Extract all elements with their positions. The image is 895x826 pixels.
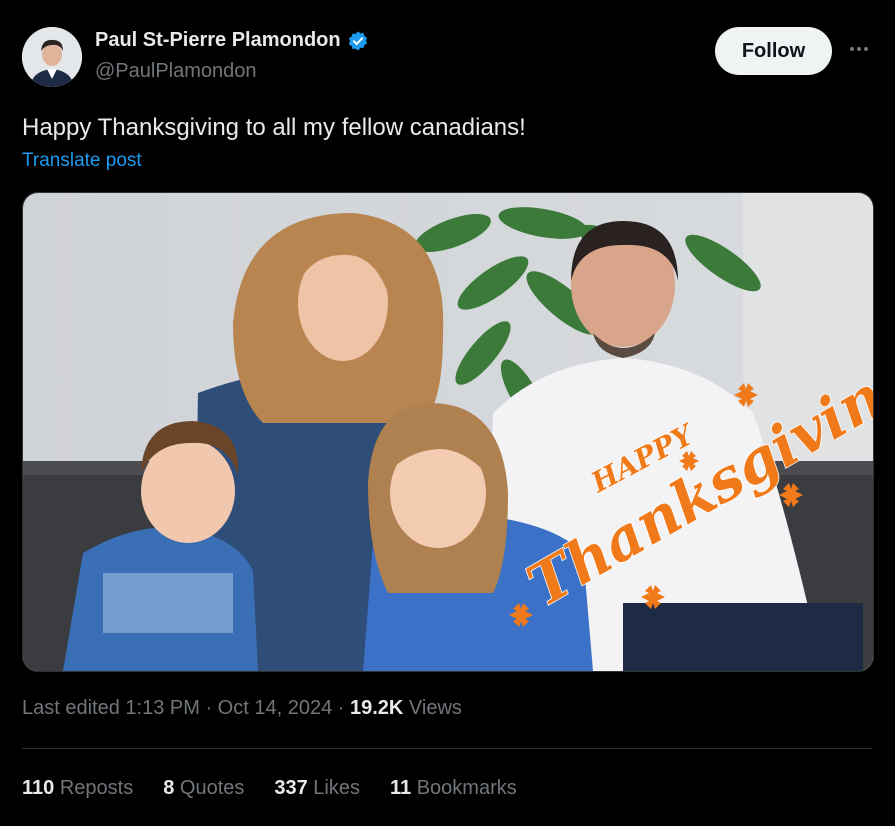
reposts-stat[interactable]: 110 Reposts bbox=[22, 777, 133, 800]
post-meta: Last edited 1:13 PM · Oct 14, 2024 · 19.… bbox=[22, 697, 462, 720]
edited-timestamp[interactable]: Last edited 1:13 PM · Oct 14, 2024 · bbox=[22, 697, 350, 719]
views-count: 19.2K bbox=[349, 697, 404, 719]
divider bbox=[22, 748, 872, 749]
author-handle[interactable]: @PaulPlamondon bbox=[95, 60, 257, 83]
quotes-stat[interactable]: 8 Quotes bbox=[163, 777, 244, 800]
post-image[interactable]: HAPPY Thanksgiving bbox=[22, 192, 874, 672]
more-options-icon[interactable] bbox=[846, 38, 872, 60]
avatar-image bbox=[22, 27, 82, 87]
likes-stat[interactable]: 337 Likes bbox=[274, 777, 360, 800]
views-label: Views bbox=[403, 697, 462, 719]
engagement-stats: 110 Reposts 8 Quotes 337 Likes 11 Bookma… bbox=[22, 777, 517, 800]
author-name[interactable]: Paul St-Pierre Plamondon bbox=[95, 29, 341, 52]
post-text: Happy Thanksgiving to all my fellow cana… bbox=[22, 114, 526, 141]
follow-button[interactable]: Follow bbox=[715, 27, 832, 75]
avatar[interactable] bbox=[22, 27, 82, 87]
author-row: Paul St-Pierre Plamondon bbox=[95, 29, 369, 52]
family-photo: HAPPY Thanksgiving bbox=[23, 193, 873, 671]
verified-badge-icon bbox=[348, 30, 367, 51]
translate-post-link[interactable]: Translate post bbox=[22, 150, 142, 172]
bookmarks-stat[interactable]: 11 Bookmarks bbox=[390, 777, 517, 800]
